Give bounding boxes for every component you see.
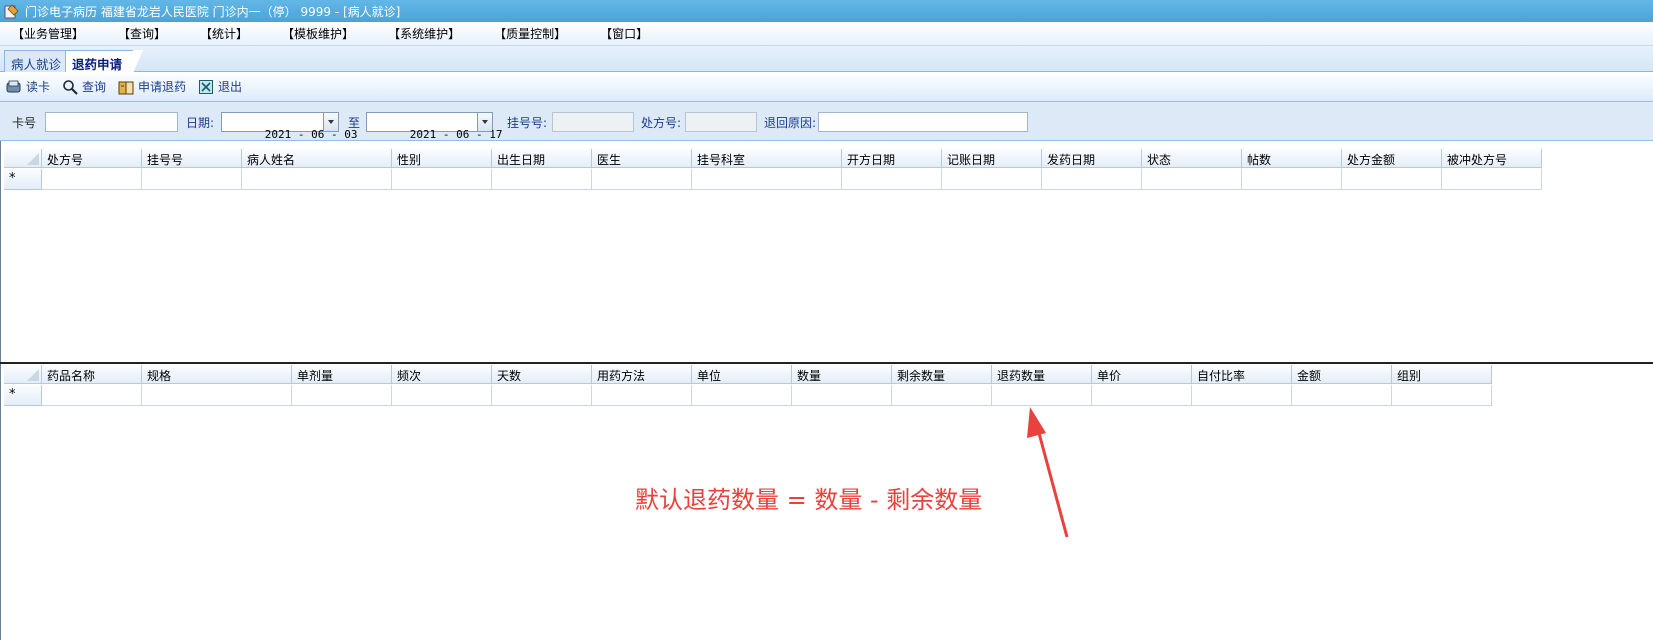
annotation-text: 默认退药数量 = 数量 - 剩余数量	[635, 486, 983, 514]
app-window: 门诊电子病历 福建省龙岩人民医院 门诊内一（停） 9999 - [病人就诊] 【…	[0, 0, 1653, 640]
annotation-arrow-icon	[1027, 407, 1069, 538]
